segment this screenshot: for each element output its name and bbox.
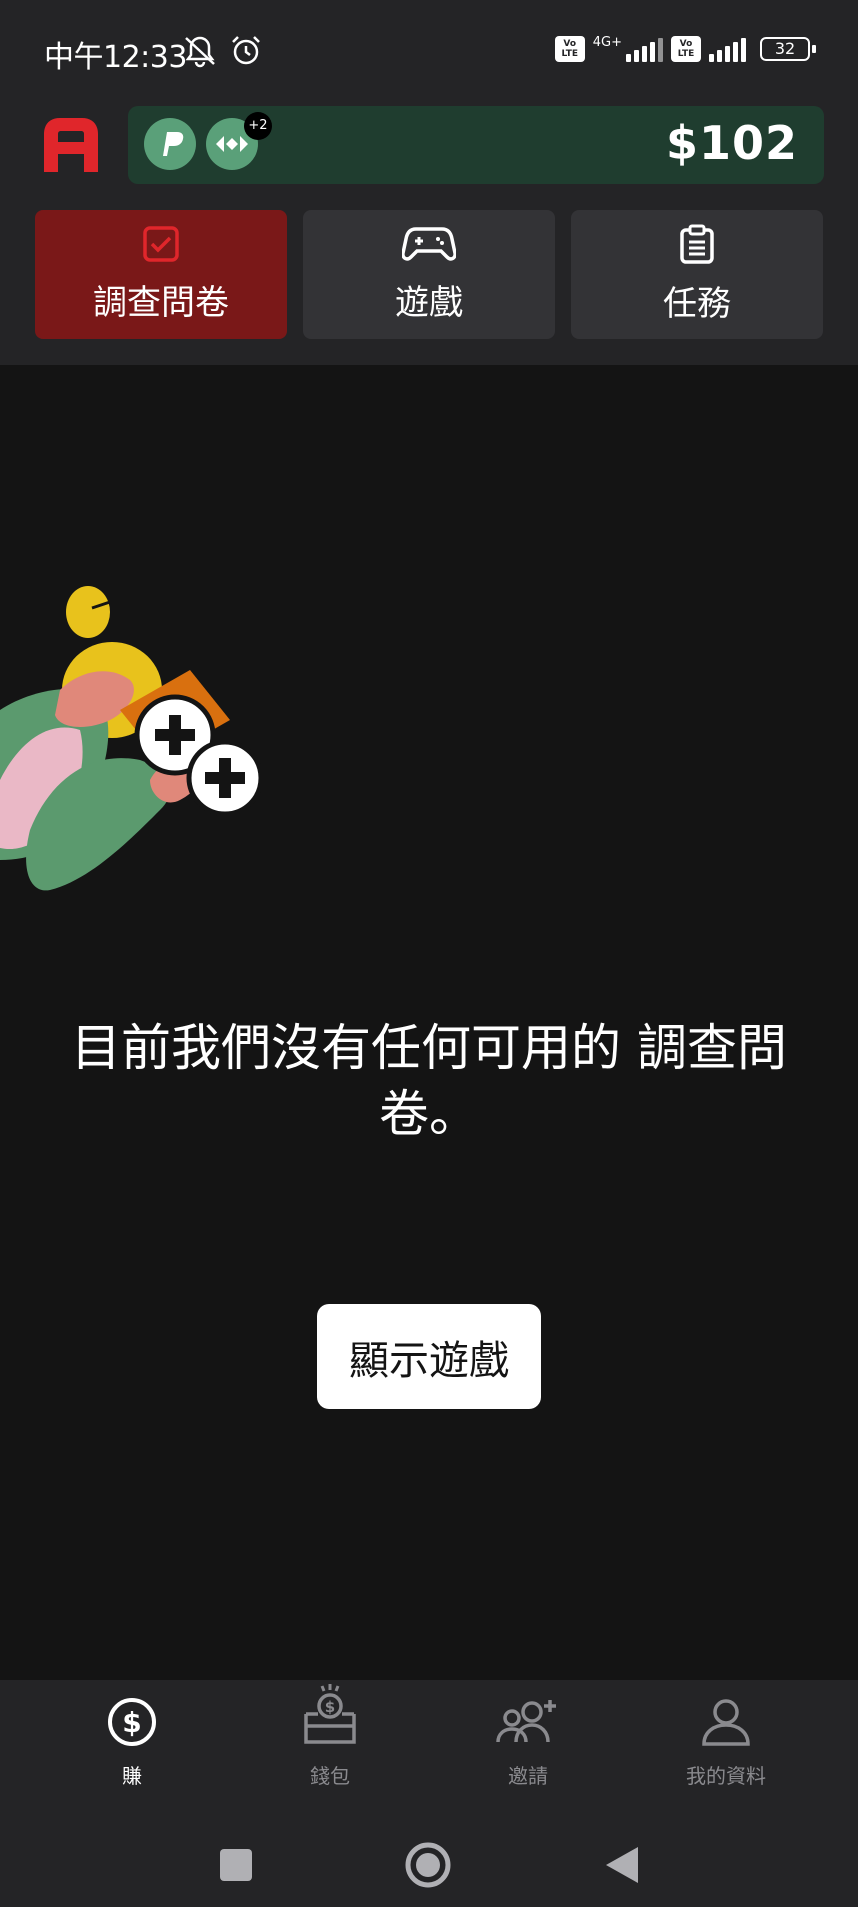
binoculars-illustration — [0, 580, 280, 954]
checkbox-icon — [142, 225, 180, 267]
gamepad-icon — [401, 225, 457, 267]
volte-icon-2: Vo LTE — [671, 36, 701, 62]
nav-earn[interactable]: $ 賺 — [33, 1696, 231, 1789]
battery-indicator: 32 — [760, 37, 816, 61]
tab-tasks[interactable]: 任務 — [571, 210, 823, 339]
clipboard-icon — [678, 224, 716, 268]
nav-wallet-label: 錢包 — [310, 1764, 350, 1788]
bottom-navigation: $ 賺 $ 錢包 邀請 我的資料 — [0, 1680, 858, 1907]
svg-text:$: $ — [122, 1706, 141, 1739]
balance-card[interactable]: +2 $102 — [128, 106, 824, 184]
system-navigation-bar — [0, 1825, 858, 1907]
empty-state-message: 目前我們沒有任何可用的 調查問卷。 — [50, 1015, 808, 1147]
nav-invite-label: 邀請 — [508, 1764, 548, 1788]
tab-games[interactable]: 遊戲 — [303, 210, 555, 339]
empty-message-prefix: 目前我們沒有任何可用的 — [71, 1019, 622, 1077]
tab-games-label: 遊戲 — [395, 283, 463, 323]
more-methods-badge: +2 — [244, 112, 272, 140]
silent-icon — [182, 34, 218, 72]
profile-icon — [700, 1696, 752, 1752]
alarm-icon — [228, 34, 264, 72]
recents-button[interactable] — [218, 1847, 254, 1887]
app-logo[interactable] — [40, 114, 102, 180]
wallet-icon: $ — [302, 1684, 358, 1752]
nav-wallet[interactable]: $ 錢包 — [231, 1684, 429, 1789]
nav-invite[interactable]: 邀請 — [429, 1696, 627, 1789]
home-button[interactable] — [404, 1841, 452, 1893]
category-tabs: 調查問卷 遊戲 任務 — [35, 210, 823, 339]
nav-earn-label: 賺 — [122, 1764, 142, 1788]
empty-message-suffix: 。 — [429, 1085, 479, 1143]
signal-icon — [626, 36, 663, 62]
volte-icon: Vo LTE — [554, 36, 585, 62]
nav-profile-label: 我的資料 — [686, 1764, 766, 1788]
invite-users-icon — [496, 1696, 560, 1752]
tab-tasks-label: 任務 — [663, 284, 731, 324]
network-type: 4G+ — [592, 34, 622, 50]
status-time: 中午12:33 — [44, 40, 187, 75]
app-header: +2 $102 調查問卷 遊戲 任務 — [0, 100, 858, 365]
show-games-button[interactable]: 顯示遊戲 — [317, 1304, 541, 1409]
tab-surveys-label: 調查問卷 — [93, 283, 229, 323]
back-button[interactable] — [604, 1845, 640, 1889]
status-bar: 中午12:33 Vo LTE 4G+ Vo LTE 32 — [0, 0, 858, 100]
tab-surveys[interactable]: 調查問卷 — [35, 210, 287, 339]
svg-text:$: $ — [325, 1698, 335, 1716]
dollar-icon: $ — [106, 1696, 158, 1752]
paypal-icon — [144, 118, 196, 170]
nav-profile[interactable]: 我的資料 — [627, 1696, 825, 1789]
status-right-group: Vo LTE 4G+ Vo LTE 32 — [554, 34, 816, 62]
balance-amount: $102 — [665, 116, 798, 170]
signal-icon-2 — [709, 36, 746, 62]
